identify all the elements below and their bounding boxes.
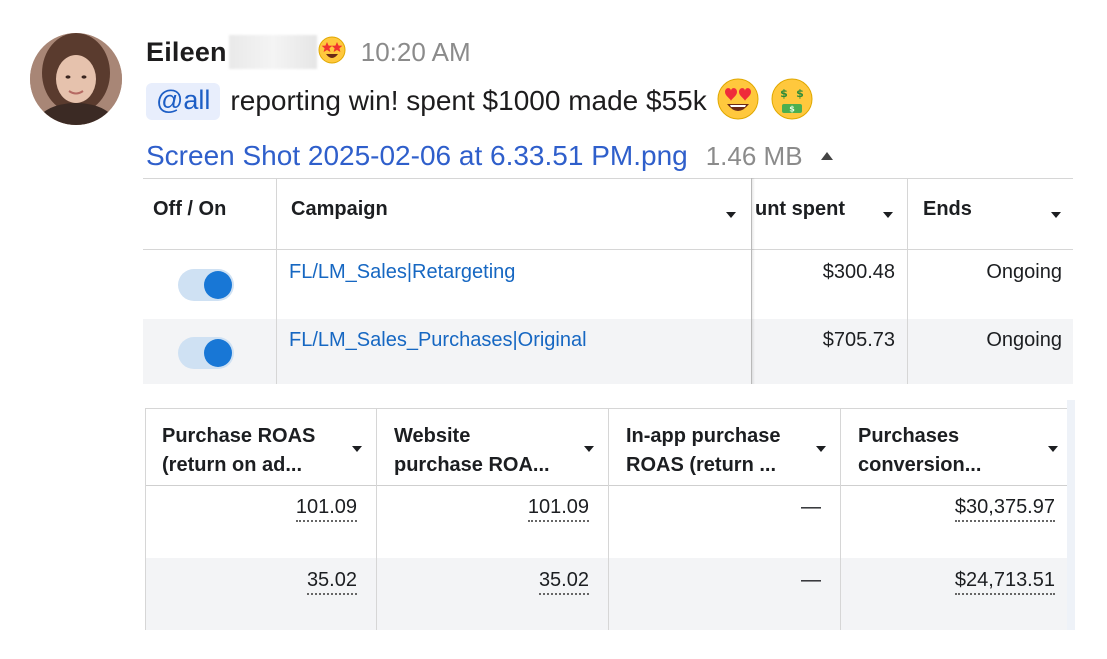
campaign-toggle[interactable]: [178, 337, 234, 369]
svg-text:$: $: [789, 104, 795, 113]
campaign-link[interactable]: FL/LM_Sales_Purchases|Original: [289, 329, 587, 352]
metrics-table: Purchase ROAS (return on ad... Website p…: [145, 400, 1075, 630]
header-line: conversion...: [858, 454, 982, 476]
in-app-roas-cell: —: [801, 496, 821, 518]
message-text: reporting win! spent $1000 made $55k: [230, 85, 707, 116]
purchases-conversion-sort-icon[interactable]: [1048, 446, 1058, 452]
website-roas-sort-icon[interactable]: [584, 446, 594, 452]
ends-cell: Ongoing: [986, 261, 1062, 283]
ends-sort-icon[interactable]: [1051, 212, 1061, 218]
purchase-roas-sort-icon[interactable]: [352, 446, 362, 452]
divider: [907, 178, 908, 384]
toggle-knob: [204, 271, 232, 299]
purchase-roas-cell[interactable]: 35.02: [306, 569, 357, 595]
header-campaign[interactable]: Campaign: [291, 198, 388, 221]
header-ends[interactable]: Ends: [923, 198, 972, 221]
divider: [608, 408, 609, 630]
mention-all[interactable]: @all: [146, 82, 221, 120]
divider: [145, 408, 1067, 409]
header-line: (return on ad...: [162, 454, 302, 476]
header-line: Purchases: [858, 425, 960, 447]
avatar[interactable]: [30, 33, 122, 125]
message-timestamp[interactable]: 10:20 AM: [361, 37, 471, 68]
header-amount-spent[interactable]: unt spent: [755, 198, 845, 221]
row-background: [143, 319, 1073, 384]
divider: [376, 408, 377, 630]
amount-spent-cell: $300.48: [822, 261, 895, 283]
collapse-caret-icon[interactable]: [820, 152, 833, 160]
star-struck-emoji-icon: [317, 35, 347, 70]
purchase-roas-cell[interactable]: 101.09: [295, 496, 357, 522]
header-line: ROAS (return ...: [626, 454, 777, 476]
redacted-surname: [228, 35, 317, 69]
attachment-file-size: 1.46 MB: [705, 140, 803, 171]
header-in-app-purchase-roas[interactable]: In-app purchase ROAS (return ...: [626, 422, 780, 480]
in-app-roas-cell: —: [801, 569, 821, 591]
campaign-sort-icon[interactable]: [726, 212, 736, 218]
header-off-on: Off / On: [153, 198, 227, 220]
divider: [143, 178, 1073, 179]
sender-name[interactable]: Eileen: [146, 37, 227, 68]
attachment-file-link[interactable]: Screen Shot 2025-02-06 at 6.33.51 PM.png: [146, 140, 688, 172]
website-roas-cell[interactable]: 101.09: [527, 496, 589, 522]
header-website-purchase-roas[interactable]: Website purchase ROA...: [394, 422, 550, 480]
header-line: Website: [394, 425, 471, 447]
ends-cell: Ongoing: [986, 329, 1062, 351]
row-background: [145, 558, 1067, 630]
message-header: Eileen 10:20 AM: [146, 34, 471, 70]
money-mouth-emoji-icon: $ $ $: [769, 76, 815, 127]
purchases-conversion-cell[interactable]: $24,713.51: [954, 569, 1055, 595]
svg-text:$: $: [780, 87, 788, 100]
divider: [840, 408, 841, 630]
svg-text:$: $: [796, 87, 804, 100]
divider: [143, 249, 1073, 250]
scrollbar-track[interactable]: [1067, 400, 1075, 630]
header-purchase-roas[interactable]: Purchase ROAS (return on ad...: [162, 422, 315, 480]
divider: [145, 485, 1067, 486]
message-body: @all reporting win! spent $1000 made $55…: [146, 78, 815, 122]
amount-spent-cell: $705.73: [822, 329, 895, 351]
header-line: In-app purchase: [626, 425, 781, 447]
divider: [145, 408, 146, 630]
campaign-table: Off / On Campaign unt spent Ends FL/LM_S…: [143, 178, 1073, 384]
in-app-roas-sort-icon[interactable]: [816, 446, 826, 452]
website-roas-cell[interactable]: 35.02: [538, 569, 589, 595]
campaign-toggle[interactable]: [178, 269, 234, 301]
amount-sort-icon[interactable]: [883, 212, 893, 218]
header-line: Purchase ROAS: [162, 425, 316, 447]
header-line: purchase ROA...: [394, 454, 550, 476]
divider: [276, 178, 277, 384]
attachment: Screen Shot 2025-02-06 at 6.33.51 PM.png…: [146, 138, 833, 174]
header-purchases-conversion[interactable]: Purchases conversion...: [858, 422, 981, 480]
purchases-conversion-cell[interactable]: $30,375.97: [954, 496, 1055, 522]
toggle-knob: [204, 339, 232, 367]
heart-eyes-emoji-icon: [715, 76, 761, 127]
campaign-link[interactable]: FL/LM_Sales|Retargeting: [289, 261, 515, 284]
